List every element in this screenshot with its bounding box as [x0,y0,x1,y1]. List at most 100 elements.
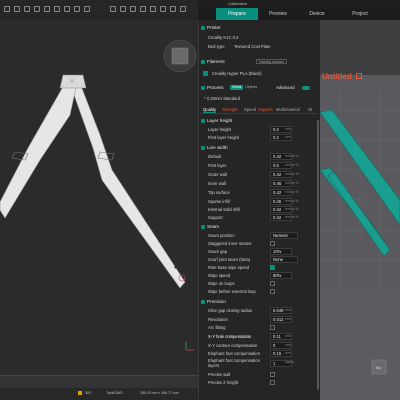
filament-item[interactable]: Creality Hyper PLA (Black) [200,70,318,77]
setting-row: Elephant foot compensation 0.15 mm [208,350,292,357]
layer-height-section: Layer height [200,117,318,124]
cut-icon[interactable] [64,6,70,12]
precise-z-checkbox[interactable] [270,380,275,385]
setting-row: Inner wall 0.45 mm or % [208,180,299,187]
measure-icon[interactable] [74,6,80,12]
flushing-volumes-button[interactable]: Flushing volumes [256,59,287,64]
settings-scrollbar[interactable] [317,120,319,390]
seam-gap-input[interactable]: 10% [270,248,292,255]
seam-paint-icon[interactable] [120,6,126,12]
settings-tab-others[interactable]: Ot [308,107,312,112]
setting-row: Wipe on loops [200,280,318,287]
setting-row: Outer wall 0.42 mm or % [208,171,299,178]
process-section-header: Process Global Objects Advanced [200,84,318,91]
setting-row: Resolution 0.012 mm [208,316,292,323]
line-width-icon [201,145,205,150]
setting-row: Precise Z height [200,379,318,386]
status-mode[interactable]: TotalOMD [106,391,123,395]
filament-name: Creality Hyper PLA (Black) [212,71,262,76]
printer-section-header: Printer [200,24,318,31]
move-icon[interactable] [160,6,166,12]
nav-cube[interactable]: Top [371,359,387,375]
tab-preview[interactable]: Preview [258,8,298,20]
filament-icon [201,59,205,64]
setting-row: Seam gap 10% [200,248,318,255]
scarf-seam-select[interactable]: None [270,256,298,263]
bed-type-row[interactable]: Bed type Textured Cool Plate [200,43,318,50]
arrange-icon[interactable] [44,6,50,12]
flatten-icon[interactable] [170,6,176,12]
objects-toggle[interactable]: Objects [245,84,257,91]
color-paint-icon[interactable] [130,6,136,12]
wipe-before-external-checkbox[interactable] [270,289,275,294]
wipe-on-loops-checkbox[interactable] [270,281,275,286]
model-canvas[interactable] [0,20,198,375]
layers-icon[interactable] [24,6,30,12]
compass-model[interactable] [0,74,186,289]
left-toolbar [0,0,198,20]
setting-row: Elephant foot compensation layers 1 layers [208,358,295,368]
precision-section: Precision [200,298,318,305]
status-dimensions: 255.00 mm x 366.72 mm [140,391,179,395]
settings-tabs: Quality Strength Speed Support Multimate… [200,106,318,114]
edit-icon[interactable] [356,73,362,79]
view-cube[interactable] [163,39,197,73]
filament-section-header: Filament Flushing volumes [200,58,318,65]
setting-row: Arc fitting [200,324,318,331]
setting-row: Wipe before external loop [200,288,318,295]
settings-tab-multimaterial[interactable]: Multimaterial [276,107,300,112]
text-icon[interactable] [84,6,90,12]
rotate-icon[interactable] [150,6,156,12]
support-paint-icon[interactable] [110,6,116,12]
tab-prepare[interactable]: Prepare [216,8,258,20]
advanced-toggle[interactable] [302,85,310,90]
setting-row: Default 0.42 mm or % [208,153,299,160]
settings-tab-speed[interactable]: Speed [244,107,256,112]
axis-gizmo [185,342,194,351]
tab-project[interactable]: Project [336,8,384,20]
add-icon[interactable] [4,6,10,12]
status-count: 300 [85,391,92,395]
main-tabbar: Prepare Preview Device Project [198,8,400,20]
setting-row: Role base wipe speed [200,264,318,271]
settings-tab-quality[interactable]: Quality [203,107,217,113]
bed-type-value: Textured Cool Plate [234,44,271,49]
setting-row: Internal solid infill 0.42 mm or % [208,206,299,213]
arc-fitting-checkbox[interactable] [270,325,275,330]
seam-position-select[interactable]: Nearest [270,232,298,239]
role-base-wipe-checkbox[interactable] [270,265,275,270]
global-toggle[interactable]: Global [230,85,244,90]
settings-tab-support[interactable]: Support [258,107,273,112]
preview-canvas: Top [320,90,400,400]
seam-icon [201,224,205,229]
process-preset-name: * 0.20mm Standard [204,96,241,101]
assembly-icon[interactable] [180,6,186,12]
grid-icon[interactable] [14,6,20,12]
auto-orient-icon[interactable] [34,6,40,12]
setting-row: Staggered inner seams [200,240,318,247]
printer-select[interactable]: Creality K1C 0.4 [200,34,318,41]
settings-tab-strength[interactable]: Strength [222,107,238,112]
staggered-seams-checkbox[interactable] [270,241,275,246]
process-icon [201,85,205,90]
bed-type-label: Bed type [208,44,225,49]
precise-wall-checkbox[interactable] [270,372,275,377]
setting-row: X-Y hole compensation 0.11 mm [208,333,292,340]
preview-background [320,20,400,75]
setting-row: Seam position Nearest [200,232,318,239]
tab-device[interactable]: Device [298,8,336,20]
setting-row: X-Y contour compensation 0 mm [208,342,292,349]
line-width-section: Line width [200,144,318,151]
wipe-speed-input[interactable]: 80% [270,272,292,279]
left-status-bar: 300 TotalOMD 255.00 mm x 366.72 mm [0,388,198,400]
filament-color-swatch[interactable] [203,71,208,76]
layer-icon [201,118,205,123]
scale-icon[interactable] [140,6,146,12]
process-preset[interactable]: * 0.20mm Standard [200,95,318,102]
setting-row: Scarf joint seam (beta) None [200,256,318,263]
setting-row: Precise wall [200,371,318,378]
split-icon[interactable] [54,6,60,12]
window-title: Calibration [228,1,248,6]
setting-row: First layer height 0.2 mm [208,134,292,141]
setting-row: Wipe speed 80% [200,272,318,279]
